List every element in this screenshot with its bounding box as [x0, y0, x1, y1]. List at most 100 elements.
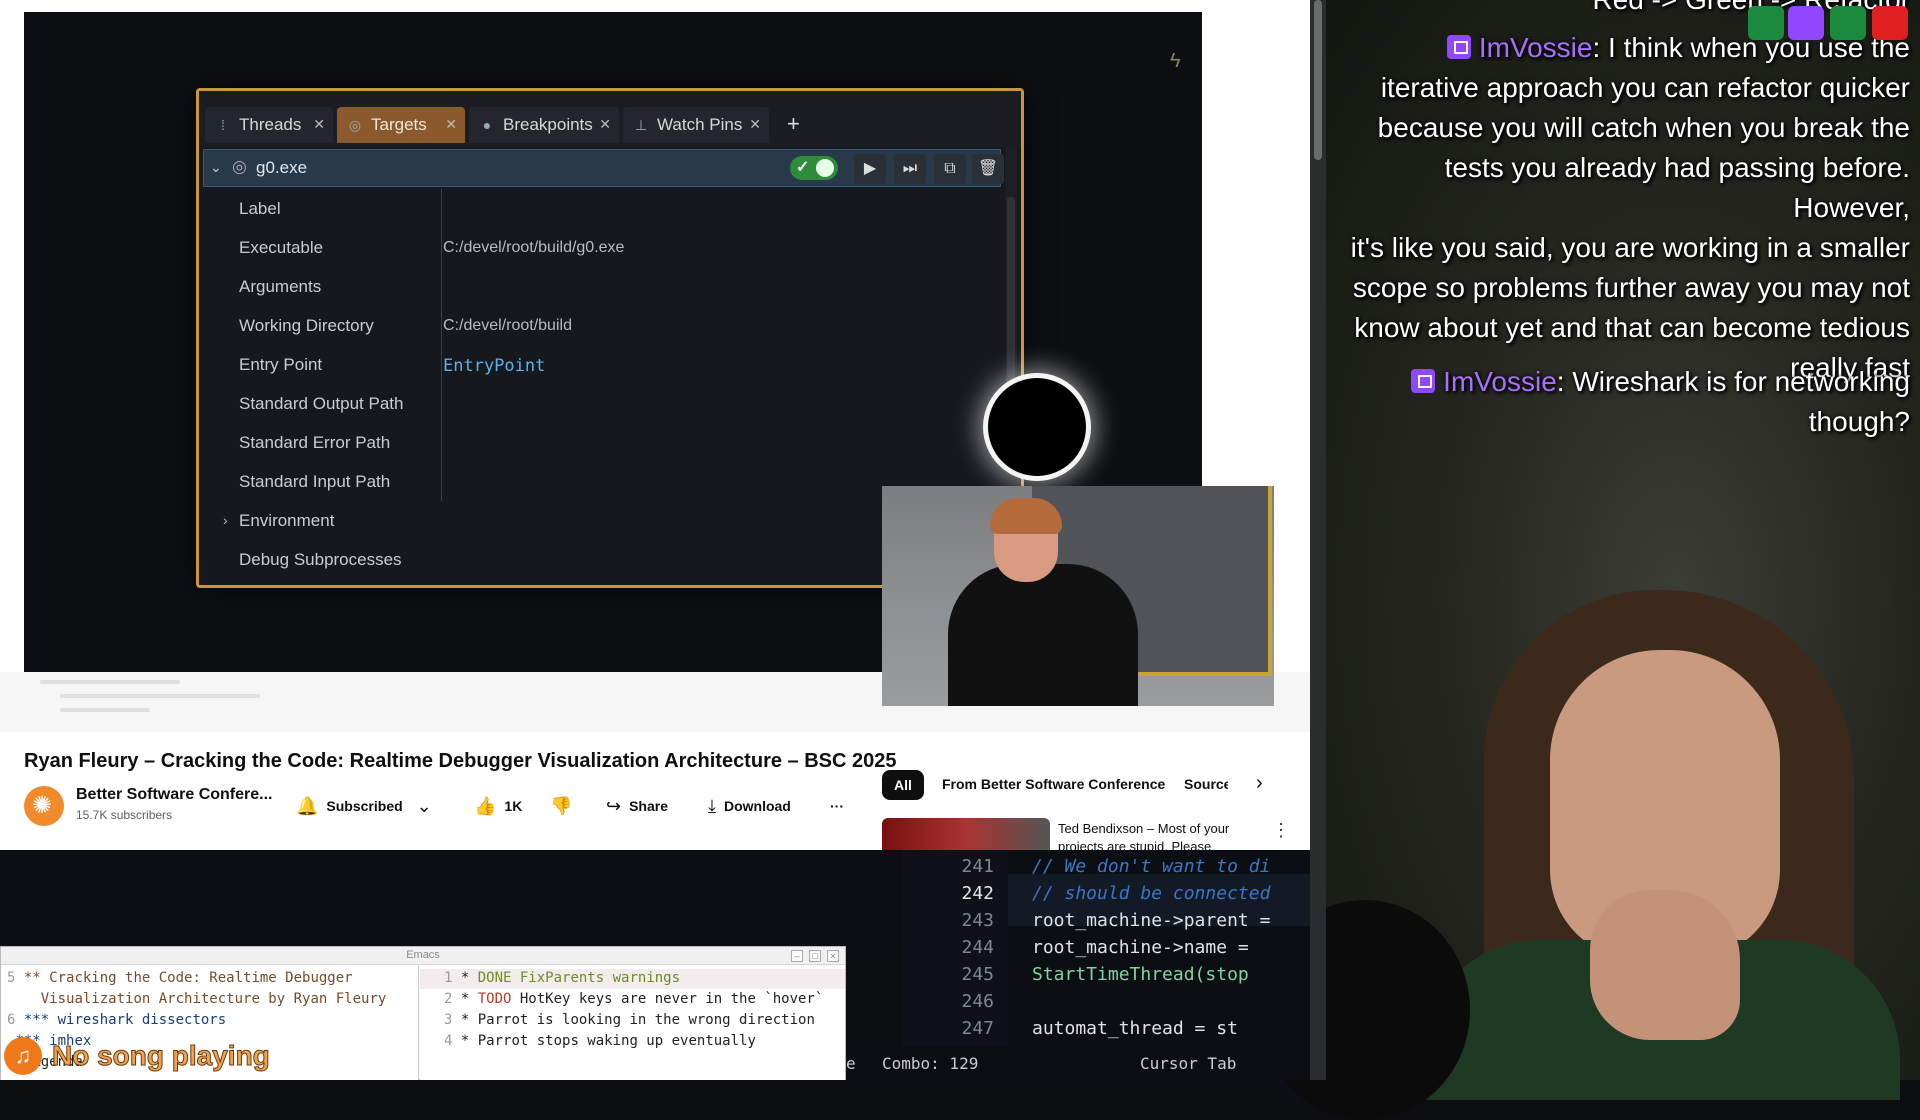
emacs-title-bar[interactable]: Emacs – □ × [1, 947, 845, 965]
chevron-down-icon: ⌄ [416, 795, 432, 816]
run-button[interactable]: ▶ [854, 154, 886, 184]
scrollbar-thumb[interactable] [1314, 0, 1322, 160]
like-button[interactable]: 👍 1K [474, 790, 522, 822]
page-scrollbar[interactable] [1310, 0, 1326, 1080]
channel-name[interactable]: Better Software Confere... [76, 786, 272, 804]
recommendation-title[interactable]: Ted Bendixson – Most of your projects ar… [1058, 820, 1258, 852]
editor-status-bar: e Combo: 129 Cursor Tab [846, 1046, 1310, 1080]
more-actions-button[interactable]: ··· [830, 790, 844, 822]
status-combo: Combo: 129 [882, 1054, 979, 1073]
property-value[interactable]: C:/devel/root/build [443, 317, 572, 335]
line-number: 3 [444, 1012, 453, 1028]
video-corner-glyph-icon: ϟ [1170, 50, 1181, 72]
recommendation-thumbnail[interactable] [882, 818, 1050, 850]
org-heading[interactable]: *** wireshark dissectors [24, 1012, 226, 1028]
status-mode: e [846, 1054, 856, 1073]
tab-targets[interactable]: ◎ Targets ✕ [337, 107, 465, 143]
line-number: 6 [7, 1012, 16, 1028]
chip-from-channel[interactable]: From Better Software Conference [942, 776, 1165, 792]
chip-all[interactable]: All [882, 770, 924, 800]
chevron-right-icon[interactable]: › [223, 512, 228, 528]
chat-line: because you will catch when you break th… [1377, 112, 1910, 143]
property-row[interactable]: Standard Output Path [213, 384, 1001, 423]
add-tab-button[interactable]: + [787, 111, 800, 137]
code-line[interactable]: // should be connected [1032, 883, 1270, 904]
chevron-right-icon[interactable]: › [1256, 772, 1263, 795]
line-number: 242 [961, 883, 994, 904]
code-line[interactable]: // We don't want to di [1032, 856, 1270, 877]
target-enabled-toggle[interactable]: ✓ [790, 156, 838, 180]
maximize-icon[interactable]: □ [809, 950, 821, 962]
property-row[interactable]: Entry Point EntryPoint [213, 345, 1001, 384]
tab-breakpoints[interactable]: ● Breakpoints ✕ [469, 107, 619, 143]
chip-source[interactable]: Source [1184, 776, 1228, 792]
org-item-text[interactable]: FixParents warnings [511, 970, 680, 986]
dislike-button[interactable]: 👎 [550, 790, 580, 822]
property-label: Label [239, 199, 281, 218]
subscribe-button[interactable]: 🔔 Subscribed ⌄ [296, 790, 440, 822]
chat-username: ImVossie [1478, 32, 1593, 63]
download-label: Download [723, 798, 791, 814]
line-number: 1 [444, 970, 453, 986]
done-keyword: DONE [477, 970, 512, 986]
property-row[interactable]: Working Directory C:/devel/root/build [213, 306, 1001, 345]
globe-icon: ◎ [348, 117, 362, 133]
share-button[interactable]: ↪ Share [606, 790, 668, 822]
channel-avatar[interactable] [24, 786, 64, 826]
line-number: 4 [444, 1033, 453, 1049]
line-number: 5 [7, 970, 16, 986]
code-line[interactable]: automat_thread = st [1032, 1018, 1238, 1039]
tab-watch-pins[interactable]: ⊥ Watch Pins ✕ [623, 107, 769, 143]
code-line[interactable]: root_machine->name = [1032, 937, 1249, 958]
tab-threads[interactable]: ⁞ Threads ✕ [205, 107, 333, 143]
subscribe-label: Subscribed [326, 798, 403, 814]
step-button[interactable]: ⏭ [894, 154, 926, 184]
now-playing-text: No song playing [52, 1040, 271, 1072]
twitch-icon [1788, 6, 1824, 40]
code-editor[interactable]: 241 242 243 244 245 246 247 // We don't … [902, 850, 1310, 1046]
close-icon[interactable]: ✕ [599, 116, 611, 133]
line-number: 247 [961, 1018, 994, 1039]
org-heading[interactable]: Visualization Architecture by Ryan Fleur… [15, 991, 387, 1007]
chat-line: it's like you said, you are working in a… [1350, 232, 1910, 263]
line-number: 245 [961, 964, 994, 985]
entry-point-link[interactable]: EntryPoint [443, 356, 545, 376]
property-row[interactable]: Arguments [213, 267, 1001, 306]
breakpoint-dot-icon: ● [482, 117, 492, 133]
code-line[interactable]: StartTimeThread(stop [1032, 964, 1249, 985]
property-row[interactable]: Standard Error Path [213, 423, 1001, 462]
property-label: Working Directory [239, 316, 374, 335]
delete-button[interactable]: 🗑 [972, 154, 1004, 184]
chat-line: know about yet and that can become tedio… [1354, 312, 1910, 343]
org-item-text[interactable]: Parrot stops waking up eventually [478, 1033, 756, 1049]
chevron-down-icon[interactable]: ⌄ [210, 159, 222, 176]
property-row[interactable]: Executable C:/devel/root/build/g0.exe [213, 228, 1001, 267]
close-icon[interactable]: ✕ [313, 116, 325, 133]
scrollbar-thumb[interactable] [1007, 197, 1015, 397]
close-icon[interactable]: ✕ [749, 116, 761, 133]
download-button[interactable]: ⤓ Download [708, 790, 791, 822]
org-heading[interactable]: ** Cracking the Code: Realtime Debugger [24, 970, 353, 986]
line-number: 244 [961, 937, 994, 958]
property-label: Standard Error Path [239, 433, 391, 452]
emacs-right-pane[interactable]: 1 * DONE FixParents warnings 2 * TODO Ho… [420, 966, 845, 1080]
close-icon[interactable]: ✕ [445, 116, 457, 133]
platform-green-icon [1830, 6, 1866, 40]
chat-line: scope so problems further away you may n… [1352, 272, 1910, 303]
share-icon: ↪ [606, 795, 622, 816]
close-icon[interactable]: × [827, 950, 839, 962]
minimize-icon[interactable]: – [791, 950, 803, 962]
target-row[interactable]: ⌄ ◎ g0.exe ✓ ▶ ⏭ ⧉ 🗑 [203, 149, 1004, 187]
property-row[interactable]: Label [213, 189, 1001, 228]
kebab-menu-icon[interactable]: ⋮ [1272, 820, 1290, 841]
music-note-icon: ♫ [4, 1037, 42, 1075]
property-value[interactable]: C:/devel/root/build/g0.exe [443, 239, 624, 257]
download-icon: ⤓ [708, 795, 716, 816]
checkmark-icon: ✓ [796, 159, 810, 176]
org-item-text[interactable]: HotKey keys are never in the `hover` [511, 991, 823, 1007]
bell-icon: 🔔 [296, 795, 319, 816]
duplicate-button[interactable]: ⧉ [934, 154, 966, 184]
org-item-text[interactable]: Parrot is looking in the wrong direction [478, 1012, 815, 1028]
thumbs-up-icon: 👍 [474, 795, 497, 816]
code-line[interactable]: root_machine->parent = [1032, 910, 1270, 931]
